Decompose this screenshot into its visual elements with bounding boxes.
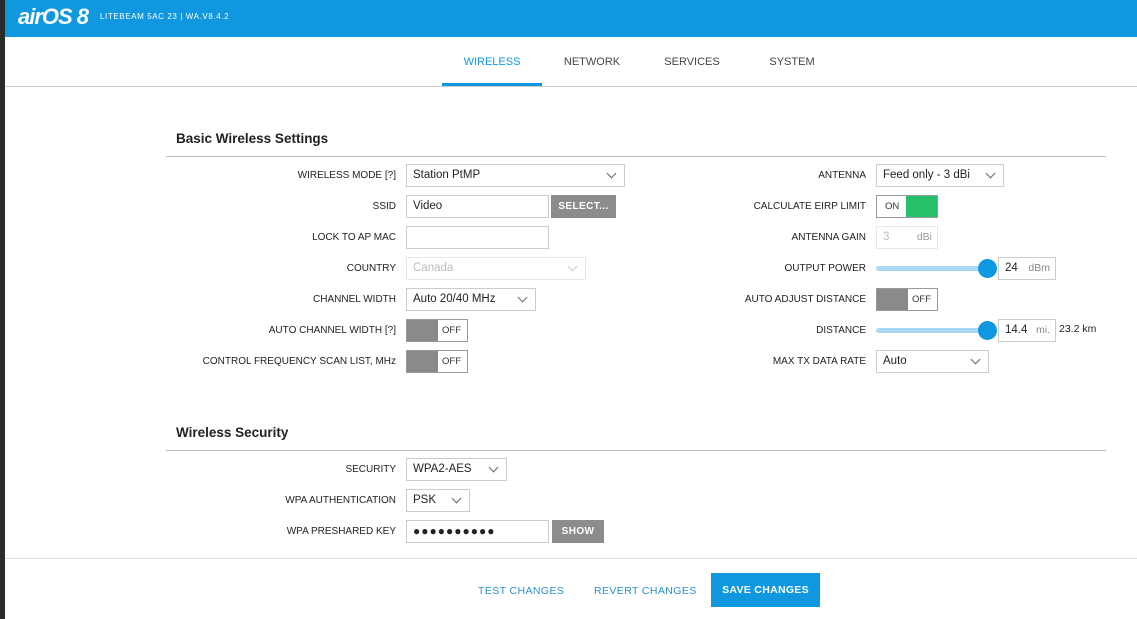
device-info: LITEBEAM 5AC 23 | WA.V8.4.2	[100, 12, 230, 21]
lock-ap-mac-label: LOCK TO AP MAC	[312, 232, 396, 243]
ssid-input[interactable]: Video	[406, 195, 549, 218]
chevron-down-icon	[488, 462, 499, 473]
show-key-button[interactable]: SHOW	[552, 520, 604, 543]
chevron-down-icon	[606, 168, 617, 179]
output-power-slider[interactable]	[876, 259, 997, 278]
wireless-mode-label: WIRELESS MODE [?]	[297, 170, 396, 181]
wireless-mode-select[interactable]: Station PtMP	[406, 164, 625, 187]
ssid-select-button[interactable]: SELECT...	[551, 195, 616, 218]
auto-channel-width-toggle[interactable]: OFF	[406, 319, 468, 342]
antenna-label: ANTENNA	[818, 170, 866, 181]
wpa-key-input[interactable]: ●●●●●●●●●●	[406, 520, 549, 543]
chevron-down-icon	[985, 168, 996, 179]
distance-label: DISTANCE	[816, 325, 866, 336]
wpa-key-label: WPA PRESHARED KEY	[286, 526, 396, 537]
airos-logo: airOS 8	[18, 4, 89, 29]
ssid-label: SSID	[372, 201, 396, 212]
top-bar: airOS 8 LITEBEAM 5AC 23 | WA.V8.4.2	[0, 0, 1137, 37]
auto-adjust-distance-label: AUTO ADJUST DISTANCE	[744, 294, 866, 305]
security-select[interactable]: WPA2-AES	[406, 458, 507, 481]
main-tabs: WIRELESS NETWORK SERVICES SYSTEM	[0, 37, 1137, 87]
auto-channel-width-label: AUTO CHANNEL WIDTH [?]	[268, 325, 396, 336]
antenna-gain-input: 3 dBi	[876, 226, 938, 249]
output-power-input[interactable]: 24 dBm	[998, 257, 1056, 280]
save-changes-button[interactable]: SAVE CHANGES	[711, 573, 820, 607]
slider-handle[interactable]	[978, 321, 997, 340]
chevron-down-icon	[567, 261, 578, 272]
distance-km: 23.2 km	[1059, 323, 1097, 335]
section-divider	[166, 450, 1106, 451]
antenna-select[interactable]: Feed only - 3 dBi	[876, 164, 1004, 187]
calc-eirp-label: CALCULATE EIRP LIMIT	[753, 201, 866, 212]
antenna-gain-label: ANTENNA GAIN	[791, 232, 866, 243]
basic-wireless-title: Basic Wireless Settings	[176, 131, 329, 146]
wireless-security-title: Wireless Security	[176, 425, 289, 440]
distance-input[interactable]: 14.4 mi.	[998, 319, 1056, 342]
country-label: COUNTRY	[346, 263, 396, 274]
chevron-down-icon	[451, 493, 462, 504]
tab-system[interactable]: SYSTEM	[752, 37, 832, 87]
revert-changes-button[interactable]: REVERT CHANGES	[594, 585, 697, 597]
lock-ap-mac-input[interactable]	[406, 226, 549, 249]
footer-divider	[0, 558, 1137, 559]
tab-network[interactable]: NETWORK	[552, 37, 632, 87]
left-edge	[0, 0, 5, 619]
output-power-label: OUTPUT POWER	[784, 263, 866, 274]
channel-width-select[interactable]: Auto 20/40 MHz	[406, 288, 536, 311]
auto-adjust-distance-toggle[interactable]: OFF	[876, 288, 938, 311]
section-divider	[166, 156, 1106, 157]
security-label: SECURITY	[345, 464, 396, 475]
wpa-auth-select[interactable]: PSK	[406, 489, 470, 512]
tab-services[interactable]: SERVICES	[652, 37, 732, 87]
chevron-down-icon	[970, 354, 981, 365]
max-tx-rate-label: MAX TX DATA RATE	[772, 356, 866, 367]
test-changes-button[interactable]: TEST CHANGES	[478, 585, 564, 597]
country-select: Canada	[406, 257, 586, 280]
distance-slider[interactable]	[876, 321, 997, 340]
slider-handle[interactable]	[978, 259, 997, 278]
max-tx-rate-select[interactable]: Auto	[876, 350, 989, 373]
tab-wireless[interactable]: WIRELESS	[442, 37, 542, 86]
channel-width-label: CHANNEL WIDTH	[313, 294, 396, 305]
chevron-down-icon	[517, 292, 528, 303]
wpa-auth-label: WPA AUTHENTICATION	[285, 495, 396, 506]
calc-eirp-toggle[interactable]: ON	[876, 195, 938, 218]
control-freq-toggle[interactable]: OFF	[406, 350, 468, 373]
control-freq-label: CONTROL FREQUENCY SCAN LIST, MHz	[202, 356, 396, 367]
